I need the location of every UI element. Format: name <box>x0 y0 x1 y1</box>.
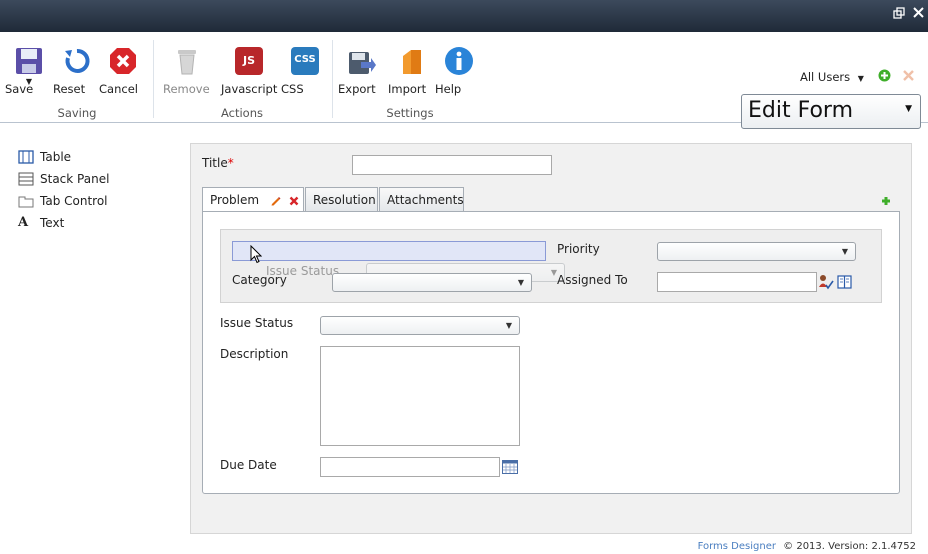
version-text: © 2013. Version: 2.1.4752 <box>783 541 916 552</box>
priority-select[interactable]: ▼ <box>657 242 856 261</box>
mouse-cursor-icon <box>250 244 263 267</box>
title-input[interactable] <box>352 155 552 175</box>
form-view-value: Edit Form <box>748 98 854 123</box>
assigned-to-label: Assigned To <box>557 273 628 287</box>
form-view-select[interactable]: Edit Form ▼ <box>741 94 921 129</box>
css-icon-text: CSS <box>294 54 316 65</box>
remove-label: Remove <box>163 82 210 96</box>
restore-window-icon[interactable] <box>893 7 905 22</box>
reset-label: Reset <box>53 82 86 96</box>
cancel-button[interactable]: Cancel <box>99 46 147 116</box>
text-icon: A <box>18 215 29 230</box>
toolbox-item-label: Tab Control <box>40 194 108 208</box>
ribbon-divider <box>153 40 154 118</box>
remove-button[interactable]: Remove <box>163 46 211 116</box>
issue-status-label: Issue Status <box>220 316 294 330</box>
due-date-label: Due Date <box>220 458 277 472</box>
toolbox-item-table[interactable]: Table <box>18 146 109 168</box>
table-icon <box>18 150 34 164</box>
tab-attachments[interactable]: Attachments <box>379 187 464 211</box>
check-names-icon[interactable] <box>818 274 834 293</box>
toolbox: Table Stack Panel Tab Control A Text <box>18 146 109 234</box>
issue-status-select[interactable]: ▼ <box>320 316 520 335</box>
info-icon <box>444 46 474 76</box>
js-icon-text: JS <box>242 54 255 67</box>
import-icon <box>397 46 427 76</box>
required-marker: * <box>227 156 234 170</box>
tab-label: Problem <box>210 193 260 207</box>
description-textarea[interactable] <box>320 346 520 446</box>
javascript-label: Javascript <box>221 82 278 96</box>
javascript-icon: JS <box>234 46 264 76</box>
export-label: Export <box>338 82 376 96</box>
help-label: Help <box>435 82 462 96</box>
remove-view-icon[interactable] <box>903 70 914 84</box>
toolbox-item-label: Table <box>40 150 72 164</box>
css-label: CSS <box>281 82 304 96</box>
refresh-icon <box>62 46 92 76</box>
export-icon <box>347 46 377 76</box>
css-button[interactable]: CSS CSS <box>281 46 329 116</box>
chevron-down-icon: ▼ <box>905 104 912 114</box>
group-label-actions: Actions <box>220 106 263 120</box>
export-button[interactable]: Export <box>338 46 386 116</box>
floppy-disk-icon <box>14 46 44 76</box>
help-button[interactable]: Help <box>435 46 483 116</box>
chevron-down-icon: ▼ <box>841 247 848 256</box>
assigned-to-input[interactable] <box>657 272 817 292</box>
priority-label: Priority <box>557 242 600 256</box>
forms-designer-link[interactable]: Forms Designer <box>698 541 776 552</box>
tab-label: Resolution <box>313 193 376 207</box>
tab-resolution[interactable]: Resolution <box>305 187 378 211</box>
stack-panel-icon <box>18 172 34 186</box>
due-date-input[interactable] <box>320 457 500 477</box>
save-button[interactable]: Save ▼ <box>5 46 53 116</box>
footer: Forms Designer © 2013. Version: 2.1.4752 <box>698 541 916 552</box>
ribbon: Save ▼ Reset Cancel Saving Remove JS Jav… <box>0 32 928 129</box>
title-label-text: Title <box>202 156 228 170</box>
cancel-icon <box>108 46 138 76</box>
group-label-saving: Saving <box>57 106 97 120</box>
css-icon: CSS <box>290 46 320 76</box>
tab-control-icon <box>18 194 34 208</box>
toolbox-item-label: Stack Panel <box>40 172 110 186</box>
title-label: Title* <box>202 156 234 170</box>
title-bar <box>0 0 928 32</box>
save-label: Save <box>5 82 34 96</box>
trash-icon <box>172 46 202 76</box>
address-book-icon[interactable] <box>837 275 852 292</box>
add-view-icon[interactable] <box>878 69 891 85</box>
users-filter-label: All Users <box>800 70 851 84</box>
chevron-down-icon: ▼ <box>857 74 864 83</box>
edit-tab-icon[interactable] <box>270 195 281 209</box>
description-label: Description <box>220 347 289 361</box>
add-tab-icon[interactable] <box>881 195 891 209</box>
group-label-settings: Settings <box>386 106 434 120</box>
chevron-down-icon: ▼ <box>505 321 512 330</box>
toolbox-item-label: Text <box>40 216 65 230</box>
calendar-icon[interactable] <box>502 460 518 477</box>
toolbox-item-stack-panel[interactable]: Stack Panel <box>18 168 109 190</box>
import-label: Import <box>388 82 427 96</box>
category-label: Category <box>232 273 287 287</box>
cancel-label: Cancel <box>99 82 138 96</box>
toolbox-item-tab-control[interactable]: Tab Control <box>18 190 109 212</box>
ribbon-divider <box>332 40 333 118</box>
category-select[interactable]: ▼ <box>332 273 532 292</box>
toolbox-item-text[interactable]: A Text <box>18 212 109 234</box>
delete-tab-icon[interactable] <box>289 195 299 209</box>
drop-placeholder <box>232 241 546 261</box>
chevron-down-icon: ▼ <box>517 278 524 287</box>
close-icon[interactable] <box>913 7 924 21</box>
users-filter[interactable]: All Users ▼ <box>800 70 864 84</box>
tab-label: Attachments <box>387 193 464 207</box>
